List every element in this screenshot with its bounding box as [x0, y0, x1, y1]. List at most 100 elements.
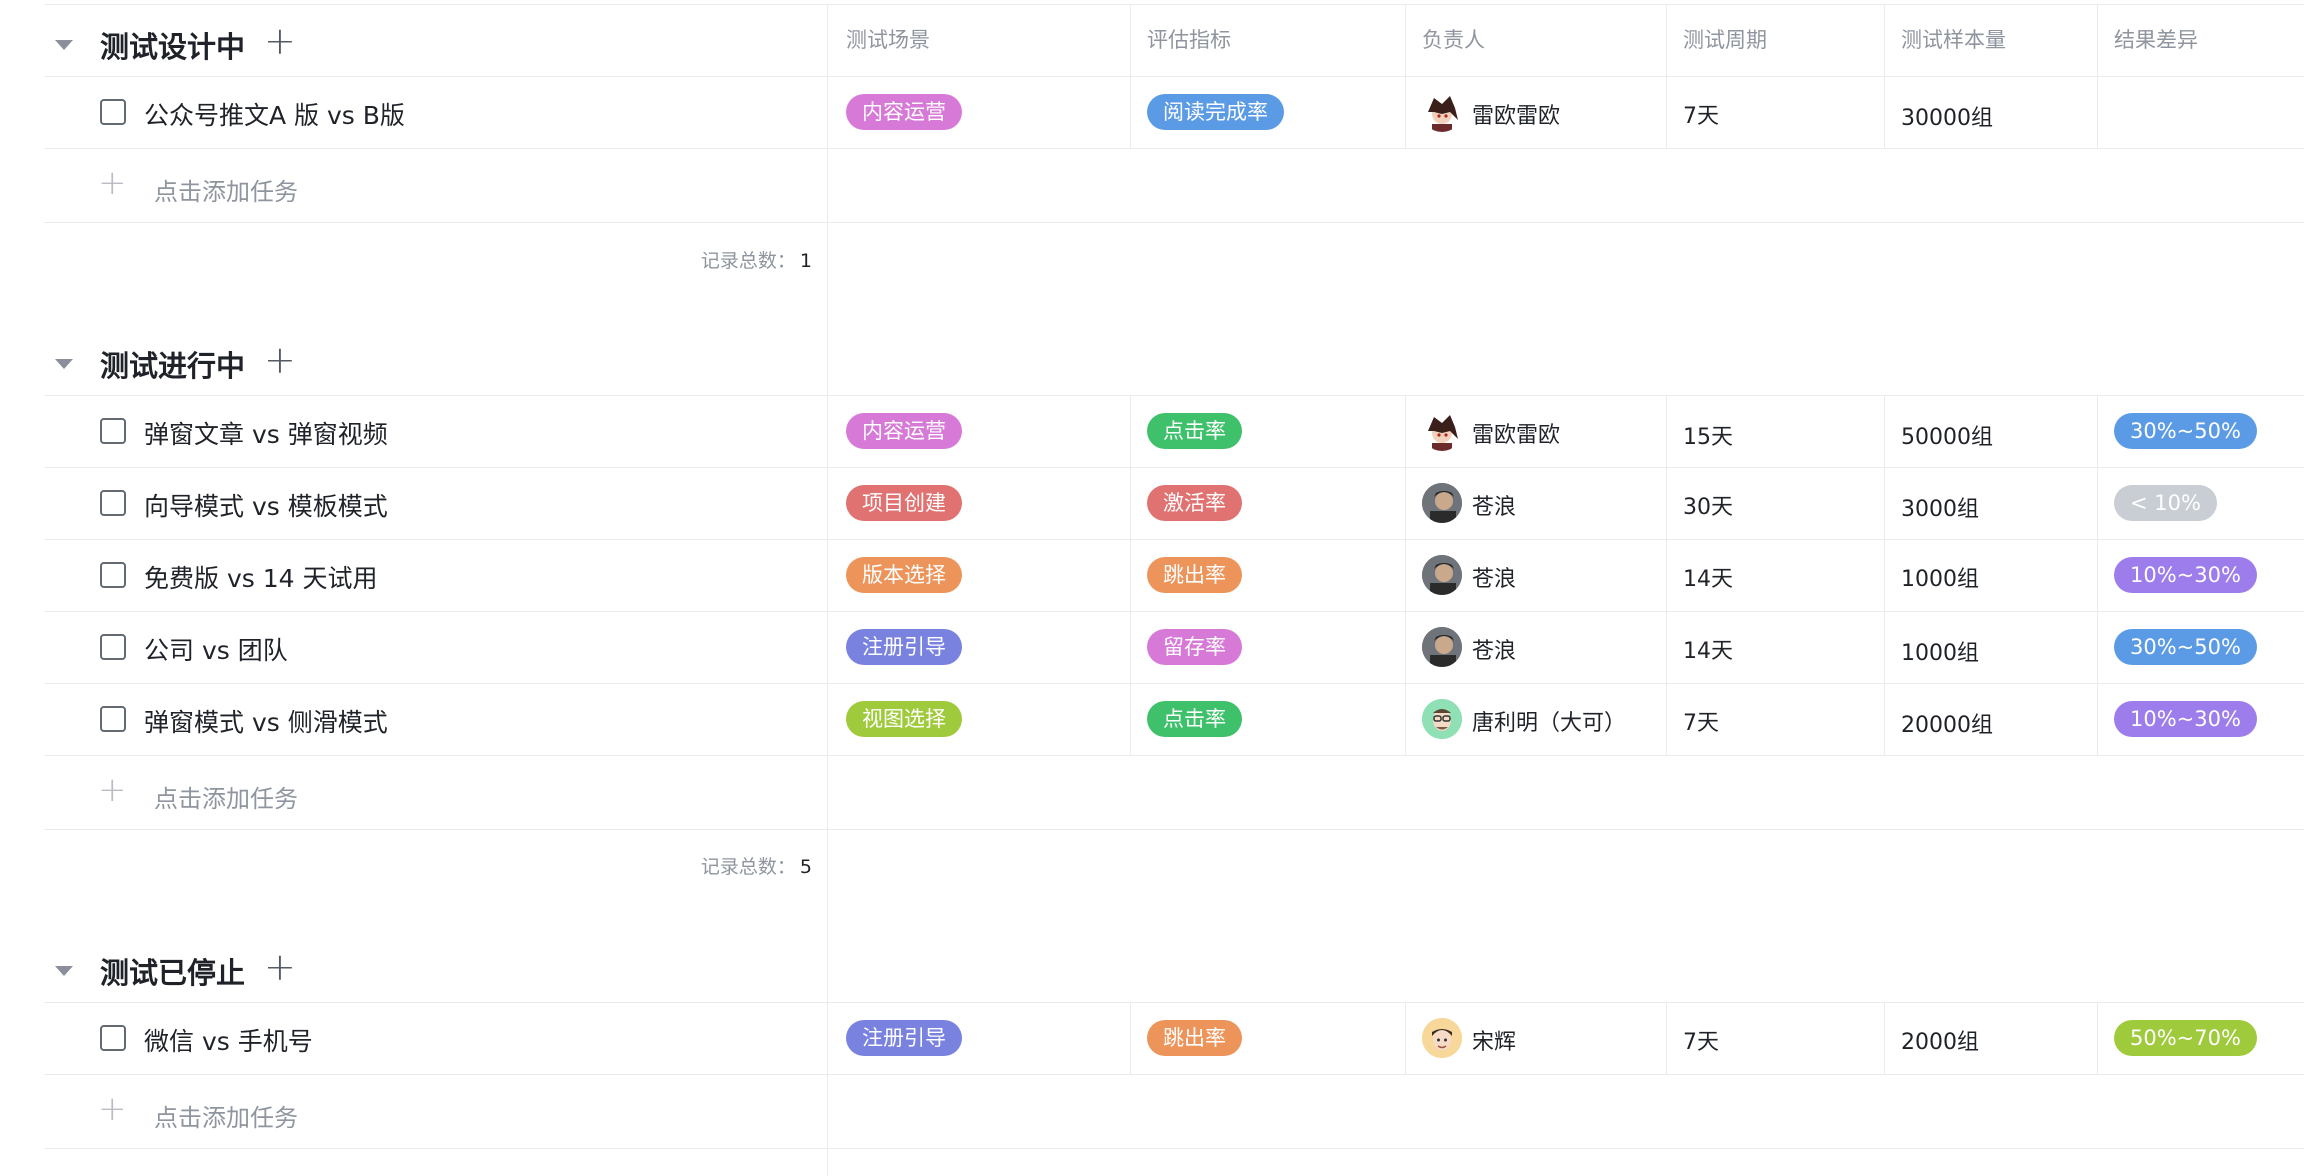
scene-tag: 内容运营 [846, 94, 962, 130]
avatar [1422, 699, 1462, 739]
metric-tag: 激活率 [1147, 485, 1242, 521]
metric-tag: 跳出率 [1147, 1020, 1242, 1056]
owner-name: 苍浪 [1472, 495, 1517, 520]
table-row[interactable]: 弹窗模式 vs 侧滑模式 视图选择 点击率 唐利明（大可） 7天 20000组 … [0, 683, 2304, 755]
task-checkbox[interactable] [100, 706, 126, 732]
scene-tag: 视图选择 [846, 701, 962, 737]
avatar [1422, 627, 1462, 667]
task-checkbox[interactable] [100, 634, 126, 660]
add-icon[interactable]: + [98, 773, 127, 807]
diff-tag: 50%~70% [2114, 1020, 2257, 1056]
owner-name: 雷欧雷欧 [1472, 104, 1561, 129]
avatar [1422, 555, 1462, 595]
task-title[interactable]: 弹窗模式 vs 侧滑模式 [144, 703, 388, 739]
add-task-row[interactable]: + 点击添加任务 [0, 148, 2304, 220]
add-task-label[interactable]: 点击添加任务 [154, 1098, 298, 1133]
owner-name: 苍浪 [1472, 567, 1517, 592]
table-row[interactable]: 免费版 vs 14 天试用 版本选择 跳出率 苍浪 14天 1000组 10%~… [0, 539, 2304, 611]
collapse-caret-icon[interactable] [55, 966, 73, 976]
table-row[interactable]: 弹窗文章 vs 弹窗视频 内容运营 点击率 雷欧雷欧 15天 50000组 30… [0, 395, 2304, 467]
sample-value: 1000组 [1901, 641, 1979, 666]
column-header-metric[interactable]: 评估指标 [1147, 24, 1231, 54]
task-checkbox[interactable] [100, 490, 126, 516]
metric-tag: 阅读完成率 [1147, 94, 1284, 130]
diff-tag: 30%~50% [2114, 413, 2257, 449]
period-value: 7天 [1683, 104, 1719, 129]
group-header: 测试进行中 + [0, 323, 828, 395]
record-count-value: 5 [799, 856, 812, 878]
record-count-label: 记录总数： [700, 856, 796, 878]
sample-value: 1000组 [1901, 567, 1979, 592]
task-title[interactable]: 微信 vs 手机号 [144, 1022, 313, 1058]
period-value: 30天 [1683, 495, 1733, 520]
task-checkbox[interactable] [100, 418, 126, 444]
avatar [1422, 483, 1462, 523]
table-row[interactable]: 公众号推文A 版 vs B版 内容运营 阅读完成率 雷欧雷欧 7天 30000组 [0, 76, 2304, 148]
diff-tag: 10%~30% [2114, 701, 2257, 737]
avatar [1422, 411, 1462, 451]
collapse-caret-icon[interactable] [55, 359, 73, 369]
add-icon[interactable]: + [264, 948, 296, 986]
record-count: 记录总数： 1 [701, 246, 812, 273]
record-count: 记录总数： 5 [701, 852, 812, 879]
period-value: 7天 [1683, 711, 1719, 736]
period-value: 15天 [1683, 425, 1733, 450]
table-row[interactable]: 微信 vs 手机号 注册引导 跳出率 宋辉 7天 2000组 50%~70% [0, 1002, 2304, 1074]
period-value: 7天 [1683, 1030, 1719, 1055]
column-header-sample[interactable]: 测试样本量 [1901, 24, 2006, 54]
scene-tag: 注册引导 [846, 629, 962, 665]
avatar [1422, 1018, 1462, 1058]
sample-value: 30000组 [1901, 106, 1993, 131]
diff-tag: 30%~50% [2114, 629, 2257, 665]
task-title[interactable]: 向导模式 vs 模板模式 [144, 487, 388, 523]
avatar [1422, 92, 1462, 132]
add-icon[interactable]: + [264, 22, 296, 60]
group-title: 测试设计中 [100, 30, 246, 64]
metric-tag: 留存率 [1147, 629, 1242, 665]
scene-tag: 内容运营 [846, 413, 962, 449]
add-icon[interactable]: + [98, 1092, 127, 1126]
add-task-row[interactable]: + 点击添加任务 [0, 1074, 2304, 1146]
table-row[interactable]: 向导模式 vs 模板模式 项目创建 激活率 苍浪 30天 3000组 < 10% [0, 467, 2304, 539]
column-header-owner[interactable]: 负责人 [1422, 24, 1485, 54]
collapse-caret-icon[interactable] [55, 40, 73, 50]
column-header-scene[interactable]: 测试场景 [846, 24, 930, 54]
scene-tag: 版本选择 [846, 557, 962, 593]
sample-value: 50000组 [1901, 425, 1993, 450]
task-title[interactable]: 弹窗文章 vs 弹窗视频 [144, 415, 388, 451]
metric-tag: 点击率 [1147, 413, 1242, 449]
period-value: 14天 [1683, 567, 1733, 592]
task-title[interactable]: 公众号推文A 版 vs B版 [144, 96, 405, 132]
group-header: 测试已停止 + [0, 930, 828, 1002]
scene-tag: 项目创建 [846, 485, 962, 521]
sample-value: 20000组 [1901, 713, 1993, 738]
add-icon[interactable]: + [98, 166, 127, 200]
add-task-label[interactable]: 点击添加任务 [154, 779, 298, 814]
add-icon[interactable]: + [264, 341, 296, 379]
task-checkbox[interactable] [100, 562, 126, 588]
owner-name: 宋辉 [1472, 1030, 1517, 1055]
column-header-diff[interactable]: 结果差异 [2114, 24, 2198, 54]
owner-name: 苍浪 [1472, 639, 1517, 664]
diff-tag: < 10% [2114, 485, 2217, 521]
task-title[interactable]: 公司 vs 团队 [144, 631, 288, 667]
add-task-row[interactable]: + 点击添加任务 [0, 755, 2304, 827]
scene-tag: 注册引导 [846, 1020, 962, 1056]
record-count-value: 1 [799, 250, 812, 272]
task-checkbox[interactable] [100, 1025, 126, 1051]
metric-tag: 跳出率 [1147, 557, 1242, 593]
group-header: 测试设计中 + [0, 4, 828, 76]
diff-tag: 10%~30% [2114, 557, 2257, 593]
sample-value: 2000组 [1901, 1030, 1979, 1055]
group-title: 测试进行中 [100, 349, 246, 383]
column-header-period[interactable]: 测试周期 [1683, 24, 1767, 54]
add-task-label[interactable]: 点击添加任务 [154, 172, 298, 207]
task-checkbox[interactable] [100, 99, 126, 125]
sample-value: 3000组 [1901, 497, 1979, 522]
owner-name: 唐利明（大可） [1472, 711, 1627, 736]
owner-name: 雷欧雷欧 [1472, 423, 1561, 448]
table-row[interactable]: 公司 vs 团队 注册引导 留存率 苍浪 14天 1000组 30%~50% [0, 611, 2304, 683]
task-title[interactable]: 免费版 vs 14 天试用 [144, 559, 377, 595]
group-title: 测试已停止 [100, 956, 246, 990]
period-value: 14天 [1683, 639, 1733, 664]
